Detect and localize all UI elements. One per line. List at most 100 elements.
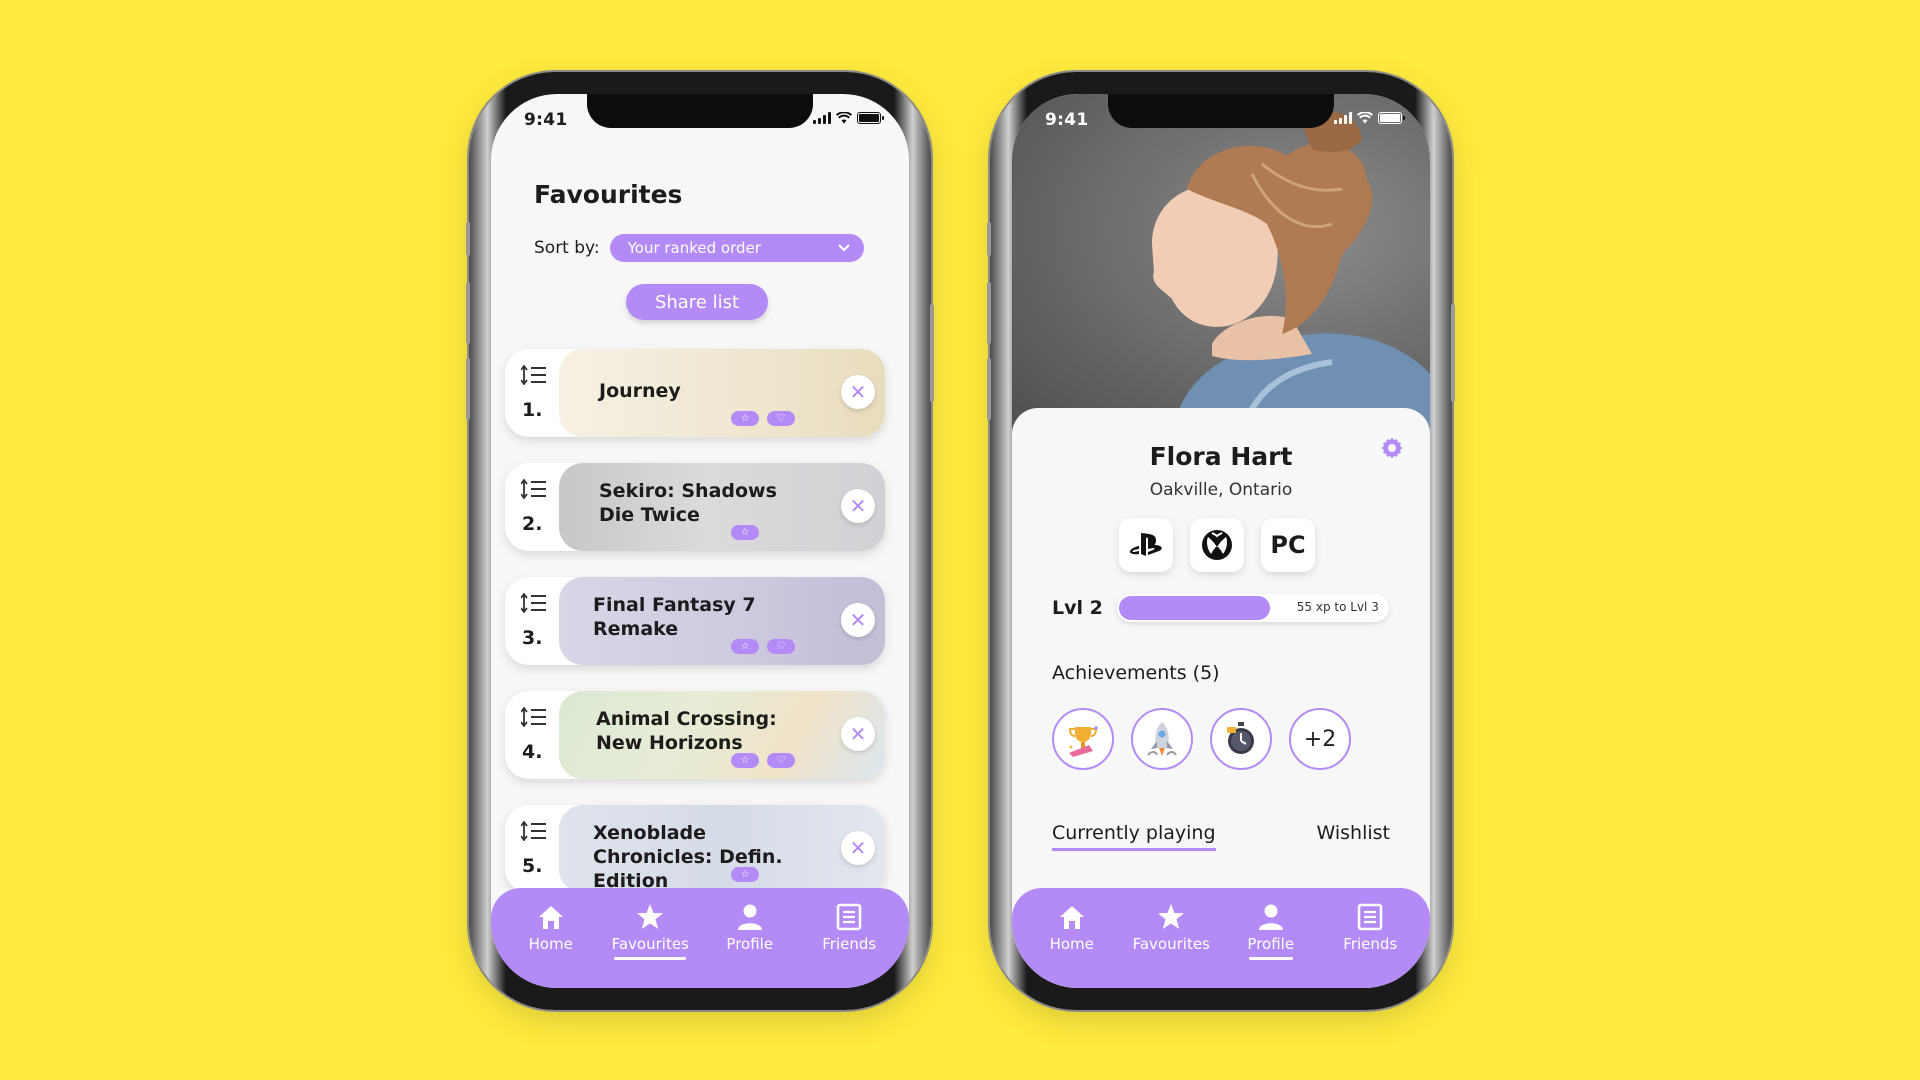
more-achievements[interactable]: +2 [1289, 708, 1351, 770]
close-icon: ✕ [849, 722, 867, 746]
playstation-icon [1129, 533, 1162, 556]
star-icon: ☆ [731, 525, 759, 540]
nav-profile[interactable]: Profile [1226, 888, 1316, 988]
nav-home[interactable]: Home [506, 888, 596, 988]
xp-progress-bar: 55 xp to Lvl 3 [1116, 594, 1389, 622]
status-time: 9:41 [1045, 110, 1089, 130]
xbox-icon [1202, 530, 1232, 560]
nav-label: Profile [1247, 935, 1295, 953]
bottom-nav: Home Favourites Profile Friends [491, 888, 909, 988]
status-time: 9:41 [524, 110, 568, 130]
status-icons [1334, 112, 1405, 124]
profile-tabs: Currently playing Wishlist [1052, 822, 1390, 851]
close-icon: ✕ [849, 494, 867, 518]
volume-down-button [987, 358, 991, 420]
nav-home[interactable]: Home [1027, 888, 1117, 988]
platform-pc[interactable]: PC [1261, 518, 1315, 572]
reorder-icon[interactable] [521, 365, 547, 385]
close-icon: ✕ [849, 380, 867, 404]
remove-button[interactable]: ✕ [841, 489, 875, 523]
user-icon [737, 904, 762, 930]
sort-value: Your ranked order [627, 239, 761, 257]
phone-favourites: 9:41 Favourites Sort by: Your ranked ord… [466, 72, 934, 1010]
xp-text: 55 xp to Lvl 3 [1296, 600, 1379, 614]
remove-button[interactable]: ✕ [841, 375, 875, 409]
sort-dropdown[interactable]: Your ranked order [609, 234, 864, 262]
gear-icon[interactable] [1380, 436, 1404, 460]
game-title: Final Fantasy 7 Remake [593, 594, 756, 640]
active-indicator [614, 957, 687, 960]
rank-number: 3. [522, 627, 543, 649]
achievement-list: +2 [1052, 708, 1351, 770]
xp-progress-fill [1118, 596, 1270, 620]
star-icon: ☆ [731, 411, 759, 426]
platform-playstation[interactable] [1119, 518, 1173, 572]
nav-friends[interactable]: Friends [804, 888, 894, 988]
nav-favourites[interactable]: Favourites [1126, 888, 1216, 988]
list-item[interactable]: 4. Animal Crossing: New Horizons ☆ ♡ ✕ [505, 691, 885, 779]
share-list-button[interactable]: Share list [626, 284, 768, 320]
signal-icon [813, 112, 831, 124]
notch [1108, 94, 1334, 128]
remove-button[interactable]: ✕ [841, 831, 875, 865]
nav-label: Favourites [1132, 935, 1210, 953]
power-button [1451, 304, 1455, 402]
game-title: Journey [599, 380, 681, 402]
list-item[interactable]: 5. Xenoblade Chronicles: Defin. Edition … [505, 805, 885, 893]
bottom-nav: Home Favourites Profile Friends [1012, 888, 1430, 988]
reorder-icon[interactable] [521, 479, 547, 499]
nav-profile[interactable]: Profile [705, 888, 795, 988]
tag-pills: ☆ [731, 525, 759, 540]
sort-label: Sort by: [534, 238, 600, 258]
user-icon [1258, 904, 1283, 930]
wifi-icon [1357, 112, 1373, 124]
achievement-badge[interactable] [1210, 708, 1272, 770]
chevron-down-icon [837, 244, 850, 252]
star-icon: ☆ [731, 753, 759, 768]
nav-label: Friends [822, 935, 877, 953]
nav-label: Friends [1343, 935, 1398, 953]
user-name: Flora Hart [1149, 442, 1293, 471]
mute-switch [987, 222, 991, 256]
list-item[interactable]: 3. Final Fantasy 7 Remake ☆ ♡ ✕ [505, 577, 885, 665]
home-icon [538, 906, 563, 929]
achievements-title: Achievements (5) [1052, 662, 1220, 684]
profile-photo [1012, 94, 1430, 434]
game-title: Sekiro: Shadows Die Twice [599, 480, 777, 526]
nav-friends[interactable]: Friends [1325, 888, 1415, 988]
wifi-icon [836, 112, 852, 124]
list-item[interactable]: 2. Sekiro: Shadows Die Twice ☆ ✕ [505, 463, 885, 551]
reorder-icon[interactable] [521, 707, 547, 727]
tab-wishlist[interactable]: Wishlist [1317, 822, 1391, 851]
volume-up-button [466, 282, 470, 344]
nav-label: Favourites [611, 935, 689, 953]
signal-icon [1334, 112, 1352, 124]
star-icon [1158, 904, 1185, 929]
tag-pills: ☆ ♡ [731, 639, 795, 654]
level-row: Lvl 2 55 xp to Lvl 3 [1052, 594, 1389, 622]
mute-switch [466, 222, 470, 256]
power-button [930, 304, 934, 402]
achievement-badge[interactable] [1052, 708, 1114, 770]
list-item[interactable]: 1. Journey ☆ ♡ ✕ [505, 349, 885, 437]
heart-icon: ♡ [767, 411, 795, 426]
remove-button[interactable]: ✕ [841, 603, 875, 637]
remove-button[interactable]: ✕ [841, 717, 875, 751]
tag-pills: ☆ ♡ [731, 411, 795, 426]
profile-photo-illustration [1152, 112, 1430, 434]
reorder-icon[interactable] [521, 593, 547, 613]
reorder-icon[interactable] [521, 821, 547, 841]
tab-currently-playing[interactable]: Currently playing [1052, 822, 1216, 851]
achievement-badge[interactable] [1131, 708, 1193, 770]
game-title: Xenoblade Chronicles: Defin. Edition [593, 822, 783, 892]
trophy-icon [1068, 726, 1098, 757]
status-icons [813, 112, 884, 124]
level-label: Lvl 2 [1052, 597, 1103, 619]
sort-row: Sort by: Your ranked order [534, 234, 864, 262]
platform-xbox[interactable] [1190, 518, 1244, 572]
platform-list: PC [1119, 518, 1315, 572]
nav-favourites[interactable]: Favourites [605, 888, 695, 988]
rocket-icon [1147, 722, 1177, 756]
close-icon: ✕ [849, 836, 867, 860]
volume-down-button [466, 358, 470, 420]
